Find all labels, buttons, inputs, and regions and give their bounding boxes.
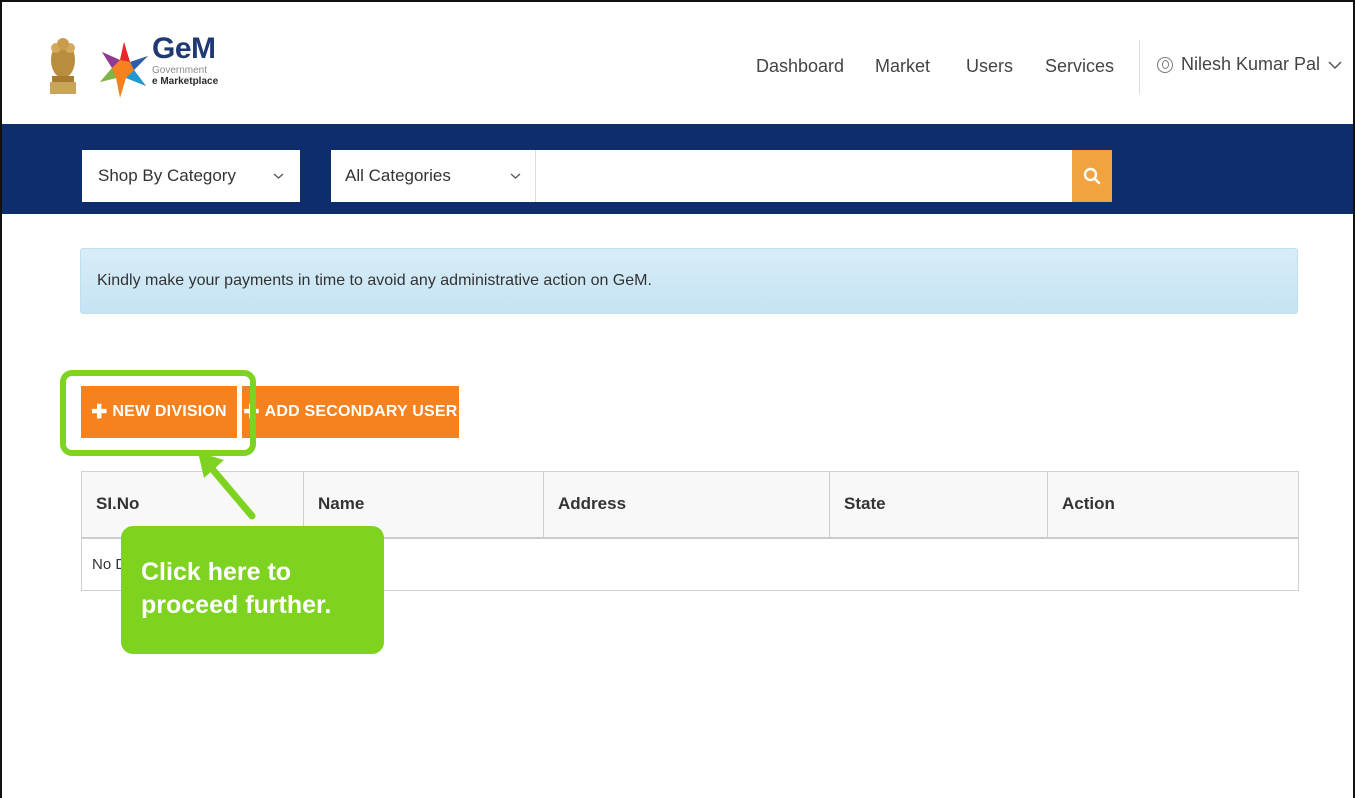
top-header: GeM Government e Marketplace Dashboard M… (2, 2, 1353, 124)
gem-logo-icon[interactable] (98, 38, 150, 102)
chevron-down-icon (510, 173, 521, 179)
callout-line-2: proceed further. (141, 591, 332, 619)
nav-services[interactable]: Services (1045, 56, 1114, 77)
chevron-down-icon (273, 173, 284, 179)
search-bar: Shop By Category All Categories (2, 124, 1353, 214)
search-input[interactable] (536, 150, 1072, 202)
nav-dashboard[interactable]: Dashboard (756, 56, 844, 77)
category-select[interactable]: All Categories (331, 150, 536, 202)
category-select-value: All Categories (345, 166, 451, 185)
gem-logo-text[interactable]: GeM Government e Marketplace (152, 32, 219, 88)
nav-users[interactable]: Users (966, 56, 1013, 77)
search-icon (1083, 167, 1101, 185)
shop-by-category-select[interactable]: Shop By Category (82, 150, 300, 202)
callout-line-1: Click here to (141, 558, 292, 586)
nav-divider (1139, 40, 1140, 94)
logo-title: GeM (152, 32, 216, 65)
national-emblem-icon (50, 38, 76, 94)
add-secondary-user-button[interactable]: ✚ ADD SECONDARY USER (242, 386, 459, 438)
col-header-state: State (829, 471, 1048, 539)
search-button[interactable] (1072, 150, 1112, 202)
nav-market[interactable]: Market (875, 56, 930, 77)
col-header-action: Action (1047, 471, 1299, 539)
payment-alert: Kindly make your payments in time to avo… (80, 248, 1298, 314)
user-name: Nilesh Kumar Pal (1181, 54, 1321, 74)
user-icon (1157, 56, 1173, 73)
col-header-address: Address (543, 471, 830, 539)
shop-by-category-label: Shop By Category (98, 166, 236, 185)
chevron-down-icon (1328, 60, 1342, 69)
callout-arrow-icon (198, 452, 256, 520)
logo-subtitle-marketplace: e Marketplace (152, 76, 219, 87)
instruction-callout: Click here to proceed further. (121, 526, 384, 654)
add-secondary-user-label: ADD SECONDARY USER (264, 403, 458, 420)
payment-alert-text: Kindly make your payments in time to avo… (97, 272, 652, 289)
logo-subtitle-government: Government (152, 65, 208, 76)
user-menu[interactable]: Nilesh Kumar Pal (1157, 54, 1342, 75)
